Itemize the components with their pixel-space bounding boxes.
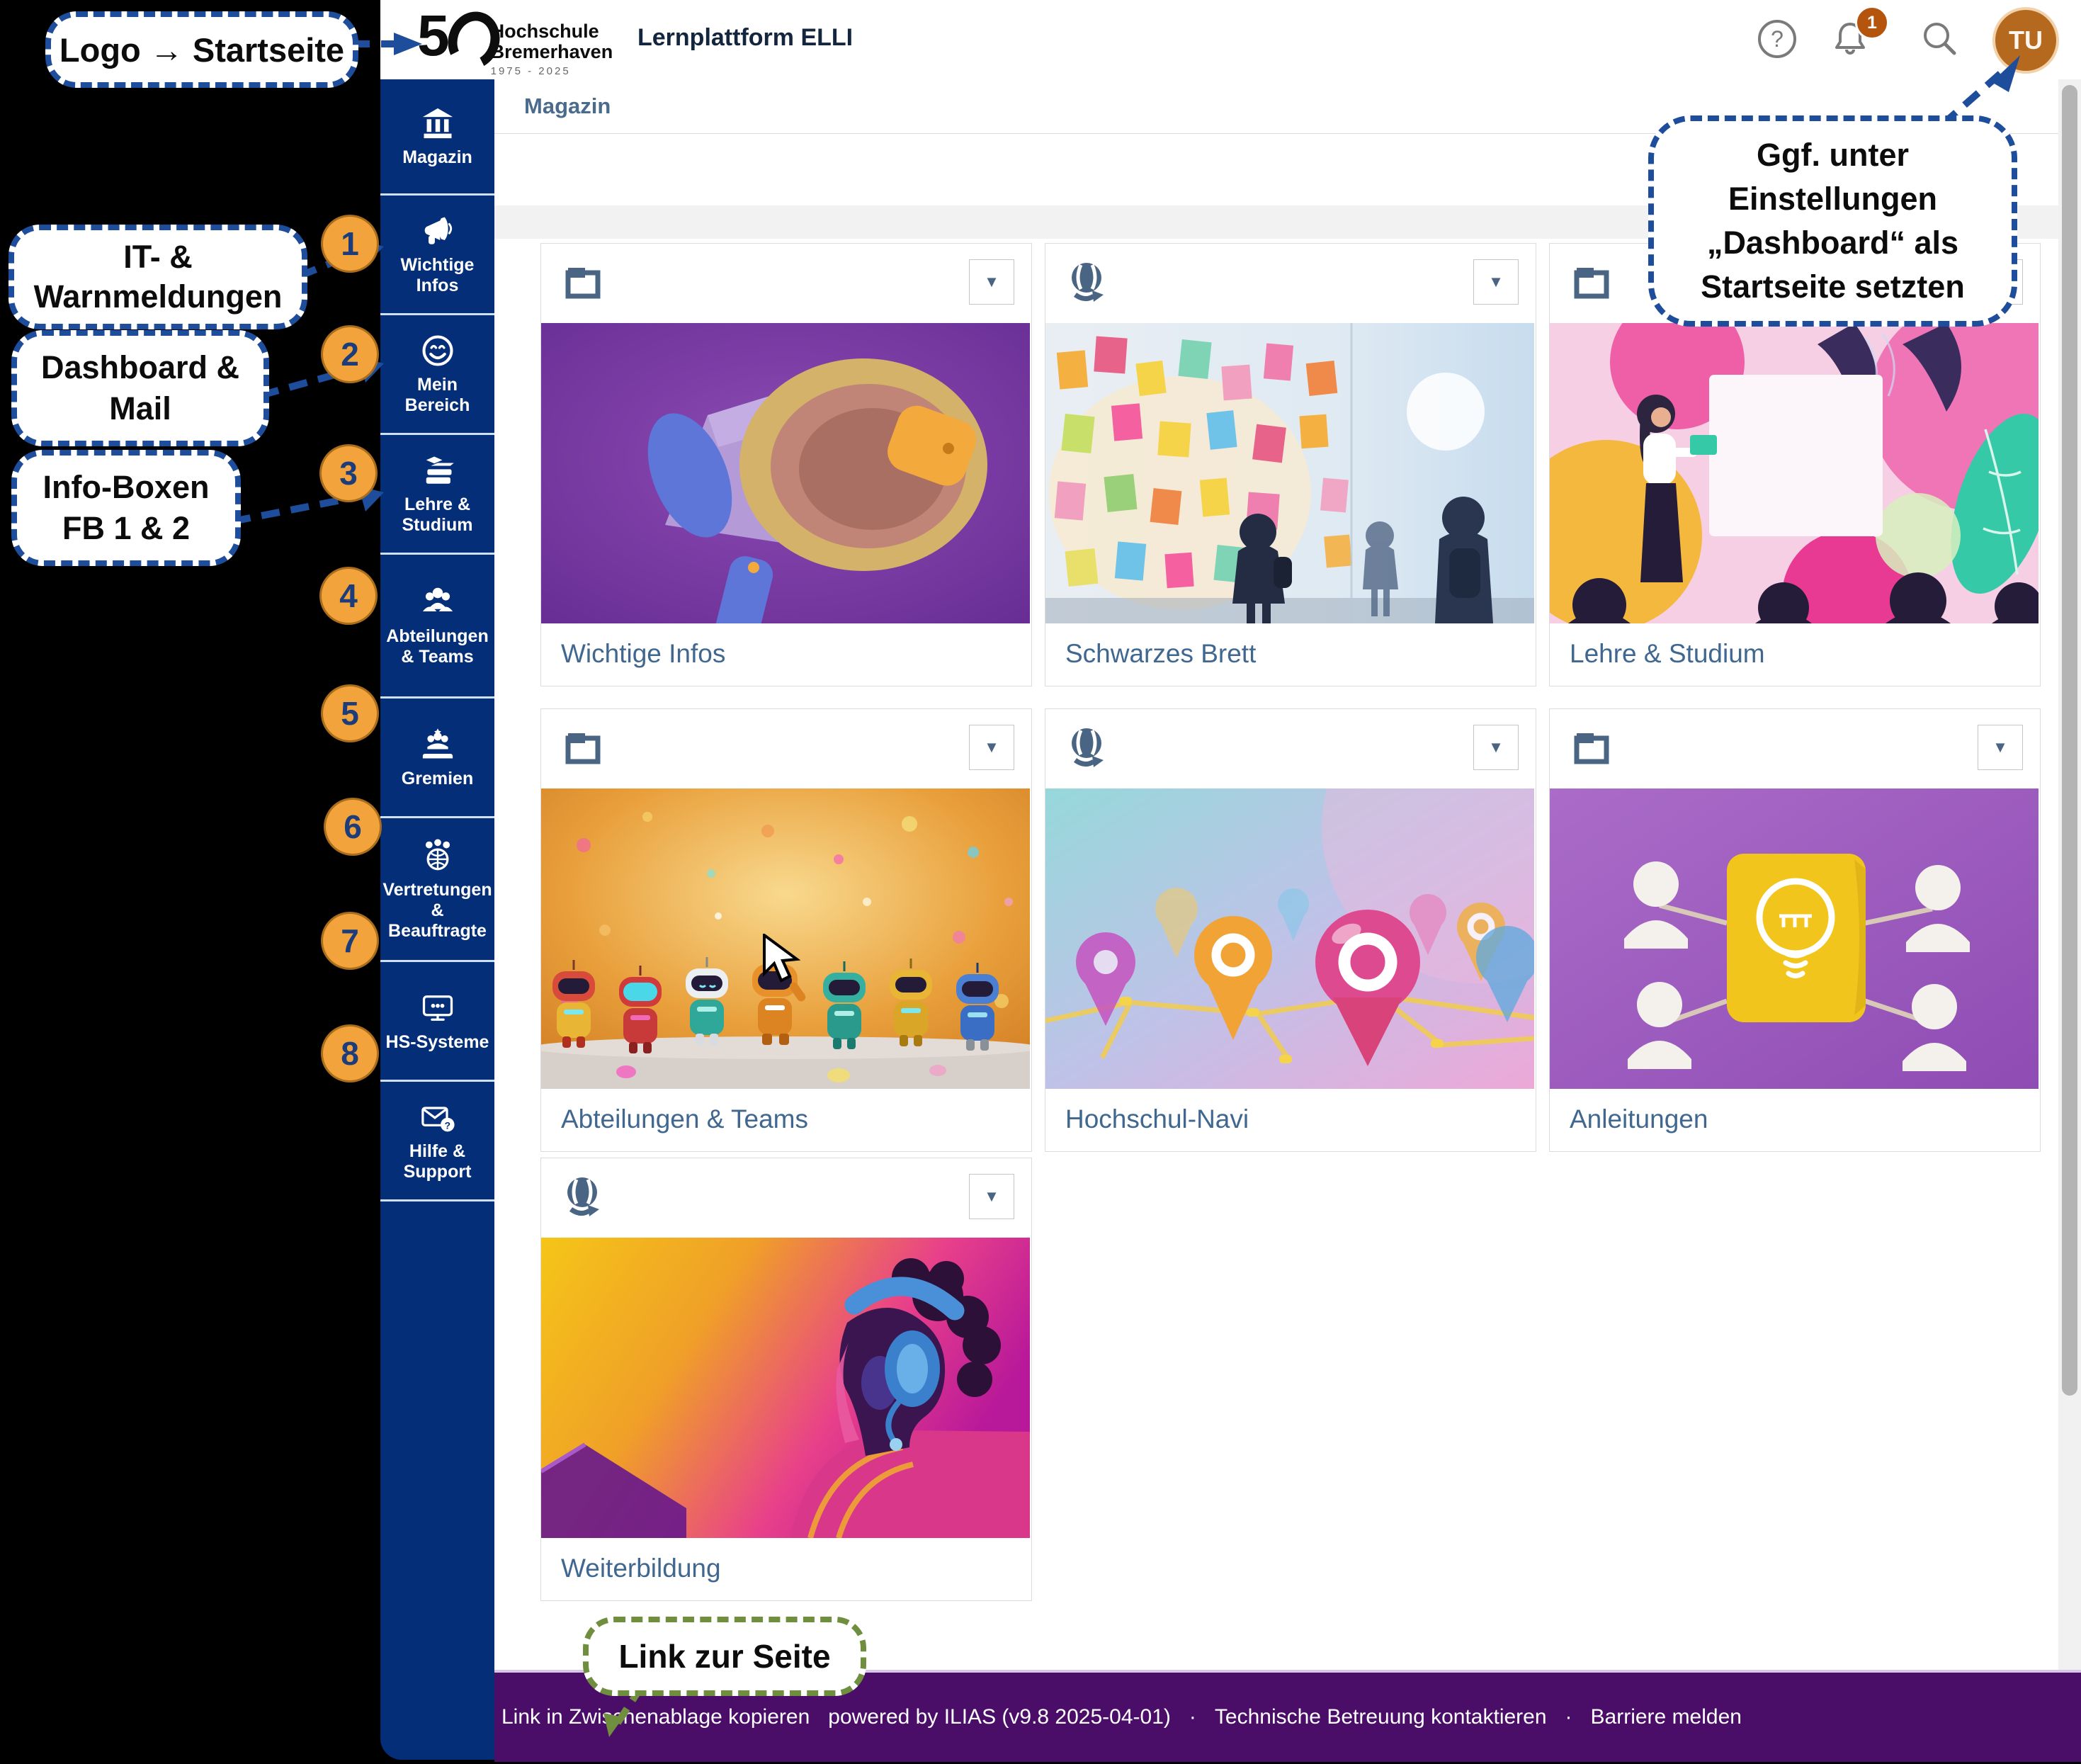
footer-copy-link[interactable]: Link in Zwischenablage kopieren <box>501 1705 810 1729</box>
folder-icon <box>561 725 606 770</box>
tile-actions-dropdown[interactable]: ▼ <box>1978 725 2023 770</box>
sidebar-item-mein-bereich[interactable]: Mein Bereich <box>380 315 494 435</box>
scrollbar-thumb[interactable] <box>2062 85 2077 1396</box>
app-header: 5 Hochschule Bremerhaven 1975 - 2025 Ler… <box>380 0 2081 80</box>
tile-actions-dropdown[interactable]: ▼ <box>1473 725 1519 770</box>
annotation-badge-3: 3 <box>319 444 378 502</box>
sidebar: Magazin Wichtige Infos Mein Bereich Lehr… <box>380 79 494 1760</box>
footer-separator: · <box>1189 1705 1196 1729</box>
notification-count-badge: 1 <box>1855 6 1889 40</box>
weblink-icon <box>561 1174 606 1219</box>
tile-actions-dropdown[interactable]: ▼ <box>969 725 1014 770</box>
people-group-icon <box>419 584 456 621</box>
sidebar-item-hs-systeme[interactable]: HS-Systeme <box>380 962 494 1082</box>
tile-image-lightbulb-network[interactable] <box>1550 788 2039 1089</box>
logo-line2: Bremerhaven <box>491 42 613 62</box>
tile-image-map-pins[interactable] <box>1045 788 1534 1089</box>
logo-line1: Hochschule <box>491 21 613 42</box>
tile-image-headphones-woman[interactable] <box>541 1238 1030 1538</box>
sidebar-item-label: Abteilungen & Teams <box>380 626 494 667</box>
svg-text:?: ? <box>1771 26 1784 52</box>
sidebar-item-gremien[interactable]: Gremien <box>380 699 494 818</box>
tile-title-link[interactable]: Wichtige Infos <box>541 623 1031 684</box>
tile-image-sticky-notes-wall[interactable] <box>1045 323 1534 623</box>
avatar[interactable]: TU <box>1992 7 2059 74</box>
annotation-badge-5: 5 <box>321 684 379 742</box>
sidebar-item-lehre-studium[interactable]: Lehre & Studium <box>380 435 494 555</box>
tile-weiterbildung: ▼ Weiterbildung <box>540 1158 1032 1601</box>
breadcrumb-magazin-link[interactable]: Magazin <box>524 94 611 119</box>
tile-image-robots[interactable] <box>541 788 1030 1089</box>
sidebar-item-label: Magazin <box>399 147 475 168</box>
search-icon[interactable] <box>1919 18 1960 60</box>
tile-title-link[interactable]: Anleitungen <box>1550 1089 2040 1150</box>
tile-title-link[interactable]: Abteilungen & Teams <box>541 1089 1031 1150</box>
footer-powered-by: powered by ILIAS (v9.8 2025-04-01) <box>828 1705 1171 1729</box>
sidebar-item-label: Gremien <box>399 769 476 789</box>
sidebar-item-hilfe-support[interactable]: ? Hilfe & Support <box>380 1082 494 1202</box>
sidebar-item-magazin[interactable]: Magazin <box>380 79 494 196</box>
tile-actions-dropdown[interactable]: ▼ <box>1473 259 1519 305</box>
annotation-badge-8: 8 <box>321 1024 379 1082</box>
folder-icon <box>561 259 606 305</box>
logo-50-number: 5 <box>417 9 447 64</box>
sidebar-item-wichtige-infos[interactable]: Wichtige Infos <box>380 196 494 315</box>
people-in-hand-icon <box>419 726 456 763</box>
tile-wichtige-infos: ▼ Wichtige Infos <box>540 243 1032 686</box>
folder-icon <box>1570 725 1615 770</box>
sidebar-item-label: HS-Systeme <box>383 1032 492 1053</box>
callout-logo-startseite: Logo → Startseite <box>45 11 358 88</box>
tile-title-link[interactable]: Weiterbildung <box>541 1538 1031 1599</box>
tile-actions-dropdown[interactable]: ▼ <box>969 1174 1014 1219</box>
help-icon[interactable]: ? <box>1757 18 1798 60</box>
folder-icon <box>1570 259 1615 305</box>
sidebar-item-label: Wichtige Infos <box>380 255 494 296</box>
footer-support-link[interactable]: Technische Betreuung kontaktieren <box>1215 1705 1547 1729</box>
callout-it-warnmeldungen: IT- & Warnmeldungen <box>8 225 307 329</box>
hochschule-logo[interactable]: 5 Hochschule Bremerhaven 1975 - 2025 <box>417 9 613 77</box>
tile-anleitungen: ▼ Anleitungen <box>1549 708 2041 1152</box>
annotation-badge-7: 7 <box>321 912 379 970</box>
megaphone-icon <box>419 213 456 249</box>
monitor-icon <box>419 990 456 1027</box>
sidebar-item-abteilungen-teams[interactable]: Abteilungen & Teams <box>380 555 494 699</box>
callout-info-boxen: Info-Boxen FB 1 & 2 <box>11 450 241 566</box>
tile-title-link[interactable]: Schwarzes Brett <box>1045 623 1536 684</box>
callout-link-zur-seite: Link zur Seite <box>583 1617 866 1696</box>
tile-title-link[interactable]: Lehre & Studium <box>1550 623 2040 684</box>
weblink-icon <box>1065 259 1111 305</box>
weblink-icon <box>1065 725 1111 770</box>
page-title: Lernplattform ELLI <box>637 24 853 52</box>
sidebar-item-label: Hilfe & Support <box>380 1141 494 1182</box>
callout-dashboard-mail: Dashboard & Mail <box>11 330 269 446</box>
svg-text:?: ? <box>444 1119 450 1131</box>
tile-actions-dropdown[interactable]: ▼ <box>969 259 1014 305</box>
tile-hochschul-navi: ▼ <box>1045 708 1536 1152</box>
annotation-badge-4: 4 <box>319 567 378 625</box>
tile-image-megaphone-3d[interactable] <box>541 323 1030 623</box>
logo-years: 1975 - 2025 <box>491 65 613 77</box>
tile-abteilungen-teams: ▼ <box>540 708 1032 1152</box>
sidebar-item-vertretungen-beauftragte[interactable]: Vertretungen & Beauftragte <box>380 818 494 962</box>
bank-icon <box>419 105 456 142</box>
tile-image-presentation[interactable] <box>1550 323 2039 623</box>
sidebar-item-label: Vertretungen & Beauftragte <box>380 880 494 942</box>
books-icon <box>419 452 456 489</box>
mail-question-icon: ? <box>419 1099 456 1136</box>
tile-schwarzes-brett: ▼ <box>1045 243 1536 686</box>
annotation-badge-1: 1 <box>321 215 379 273</box>
footer-separator: · <box>1565 1705 1572 1729</box>
globe-people-icon <box>419 837 456 874</box>
sidebar-item-label: Lehre & Studium <box>380 494 494 536</box>
annotation-badge-6: 6 <box>324 798 382 856</box>
annotation-badge-2: 2 <box>321 325 379 383</box>
footer-barrier-link[interactable]: Barriere melden <box>1591 1705 1742 1729</box>
tile-title-link[interactable]: Hochschul-Navi <box>1045 1089 1536 1150</box>
smiley-icon <box>419 332 456 369</box>
sidebar-item-label: Mein Bereich <box>380 375 494 416</box>
callout-dashboard-startseite: Ggf. unter Einstellungen „Dashboard“ als… <box>1648 115 2017 327</box>
